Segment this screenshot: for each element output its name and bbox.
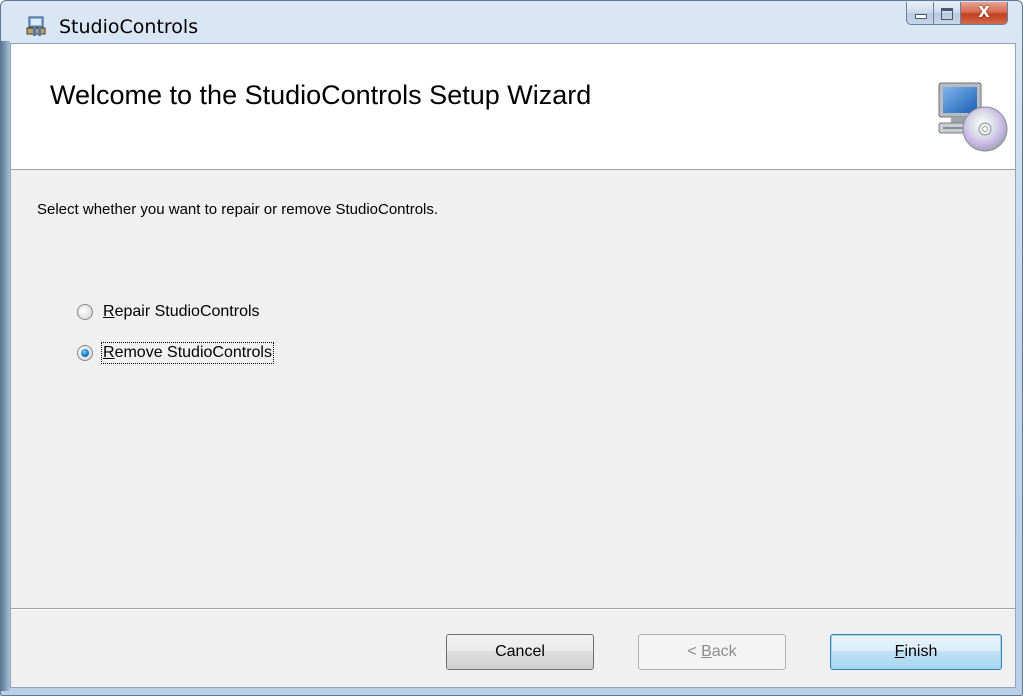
window-left-edge — [1, 41, 10, 691]
cancel-button[interactable]: Cancel — [446, 634, 594, 670]
maximize-icon — [941, 8, 953, 20]
banner-title: Welcome to the StudioControls Setup Wiza… — [50, 80, 592, 110]
close-icon: X — [978, 3, 990, 21]
installer-window: StudioControls X Welcome to the StudioCo… — [0, 0, 1023, 696]
remove-option[interactable]: Remove StudioControls — [77, 342, 274, 364]
wizard-client-area: Welcome to the StudioControls Setup Wiza… — [10, 43, 1016, 688]
instruction-text: Select whether you want to repair or rem… — [37, 201, 439, 218]
installer-app-icon — [26, 16, 46, 36]
maximize-button[interactable] — [933, 2, 961, 25]
repair-option[interactable]: Repair StudioControls — [77, 303, 260, 321]
close-button[interactable]: X — [961, 2, 1008, 25]
back-button-label: < Back — [687, 643, 737, 660]
footer-separator — [11, 608, 1015, 610]
computer-disc-icon — [938, 82, 1008, 152]
minimize-icon — [915, 14, 927, 19]
window-title: StudioControls — [59, 16, 199, 38]
title-bar[interactable]: StudioControls X — [1, 1, 1022, 43]
repair-radio[interactable] — [77, 304, 93, 320]
cancel-button-label: Cancel — [495, 643, 545, 660]
finish-button[interactable]: Finish — [830, 634, 1002, 670]
wizard-banner: Welcome to the StudioControls Setup Wiza… — [11, 44, 1015, 170]
minimize-button[interactable] — [906, 2, 933, 25]
caption-buttons: X — [906, 2, 1008, 26]
remove-radio[interactable] — [77, 345, 93, 361]
finish-button-label: Finish — [894, 643, 938, 660]
repair-label[interactable]: Repair StudioControls — [103, 303, 260, 321]
back-button[interactable]: < Back — [638, 634, 786, 670]
remove-label[interactable]: Remove StudioControls — [101, 342, 274, 364]
